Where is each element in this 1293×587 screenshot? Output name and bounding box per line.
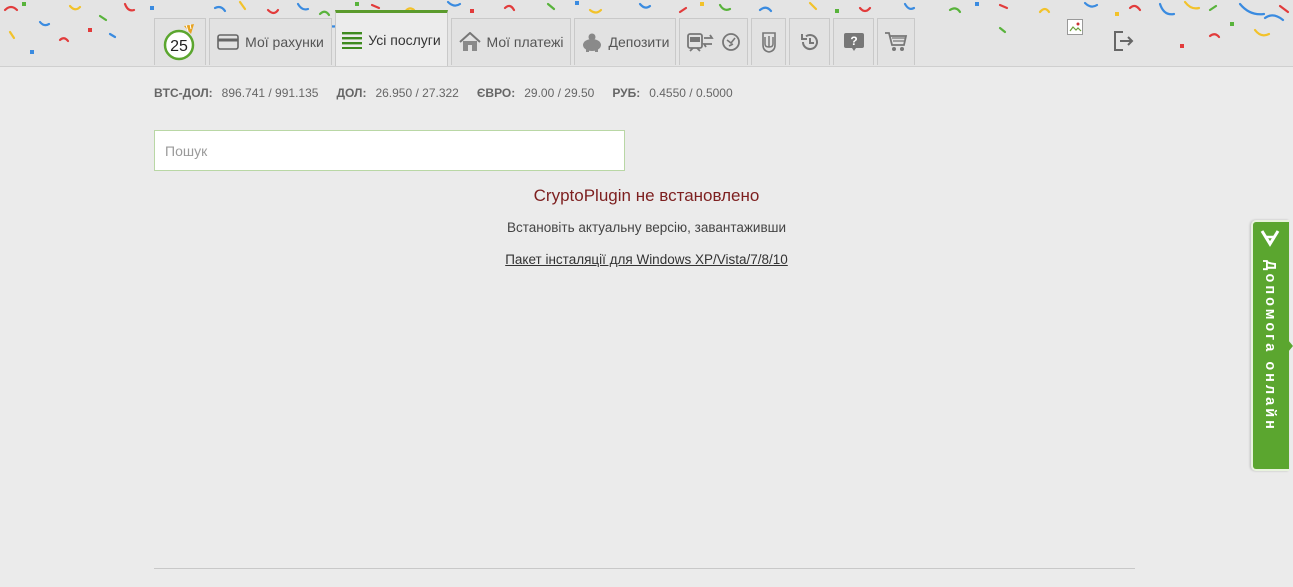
installer-download-link[interactable]: Пакет інсталяції для Windows XP/Vista/7/… [505, 252, 788, 267]
rate-btc: BTC-ДОЛ: 896.741 / 991.135 [154, 86, 319, 100]
tab-all-services[interactable]: Усі послуги [335, 10, 448, 66]
anniversary-25-icon: 25 [163, 23, 195, 61]
list-icon [342, 31, 363, 49]
tab-government-services[interactable] [751, 18, 786, 65]
footer-divider [154, 568, 1135, 569]
ukraine-trident-icon [761, 31, 777, 53]
rate-rub: РУБ: 0.4550 / 0.5000 [612, 86, 733, 100]
plugin-error-title: CryptoPlugin не встановлено [533, 186, 760, 205]
help-online-tab[interactable]: Допомога онлайн [1251, 220, 1293, 471]
tab-label: Мої рахунки [245, 34, 324, 50]
svg-text:?: ? [850, 34, 857, 48]
exchange-rates: BTC-ДОЛ: 896.741 / 991.135 ДОЛ: 26.950 / 2… [154, 86, 751, 100]
top-navigation-bar: 25 Мої рахунки Усі послуги Мої платежі Д… [0, 0, 1293, 67]
tab-help[interactable]: ? [833, 18, 874, 65]
help-tab-notch [1288, 340, 1293, 352]
broken-image-icon[interactable] [1067, 19, 1085, 37]
anniversary-number: 25 [170, 38, 188, 55]
plugin-download-row: Пакет інсталяції для Windows XP/Vista/7/… [0, 252, 1293, 267]
piggy-bank-icon [581, 32, 603, 52]
anniversary-tab[interactable]: 25 [154, 18, 206, 65]
tab-label: Усі послуги [368, 31, 441, 48]
card-icon [217, 34, 239, 50]
logout-button[interactable] [1113, 30, 1135, 52]
help-question-icon: ? [843, 32, 865, 52]
tab-my-payments[interactable]: Мої платежі [451, 18, 571, 65]
cart-icon [884, 31, 908, 53]
rate-eur: ЄВРО: 29.00 / 29.50 [476, 86, 595, 100]
tab-my-accounts[interactable]: Мої рахунки [209, 18, 332, 65]
tab-label: Депозити [608, 34, 670, 50]
tab-history[interactable] [789, 18, 830, 65]
search-input[interactable] [154, 130, 625, 171]
tab-shop[interactable] [877, 18, 915, 65]
house-icon [458, 32, 481, 52]
chevron-down-icon [1260, 229, 1280, 252]
tab-deposits[interactable]: Депозити [574, 18, 676, 65]
tab-transport[interactable] [679, 18, 748, 65]
tab-label: Мої платежі [486, 34, 564, 50]
transport-icon [685, 29, 743, 55]
rate-usd: ДОЛ: 26.950 / 27.322 [336, 86, 459, 100]
help-online-label: Допомога онлайн [1262, 260, 1278, 432]
history-icon [799, 31, 821, 53]
plugin-install-hint: Встановіть актуальну версію, завантаживш… [506, 220, 787, 235]
logout-icon [1114, 31, 1134, 51]
